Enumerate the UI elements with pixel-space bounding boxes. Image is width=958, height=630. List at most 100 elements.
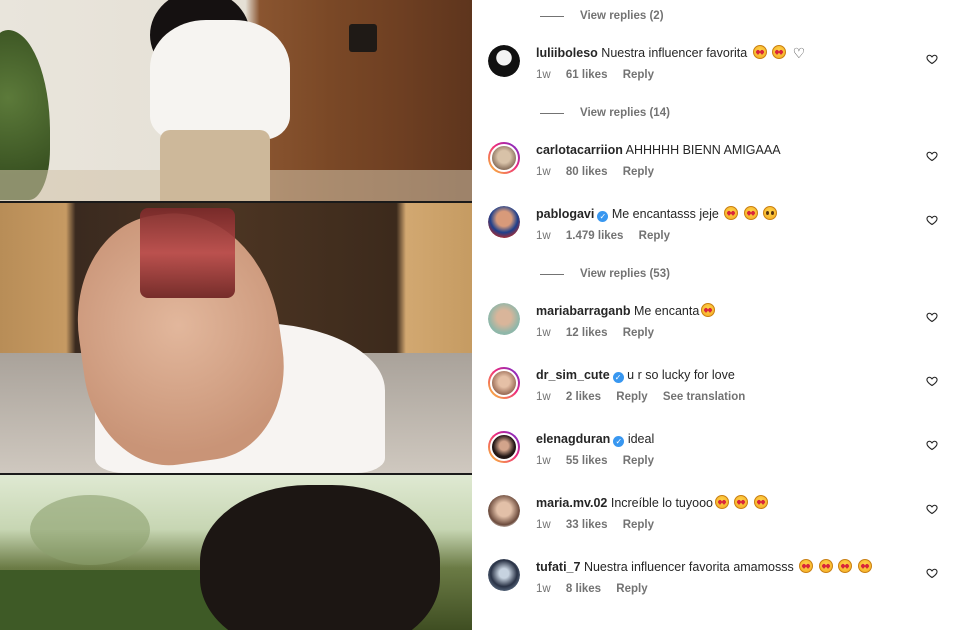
grinning-emoji-icon xyxy=(763,206,778,220)
comment-text: Nuestra influencer favorita amamosss xyxy=(583,560,794,574)
heart-icon[interactable] xyxy=(926,375,938,387)
heart-emoji-icon: ♡ xyxy=(792,45,806,61)
heart-icon[interactable] xyxy=(926,567,938,579)
comment-item: elenagduran ✓ ideal 1w 55 likes Reply xyxy=(488,431,950,479)
comment-text: Increíble lo tuyooo xyxy=(610,496,713,510)
view-replies-button[interactable]: View replies (14) xyxy=(540,106,670,120)
comment-username[interactable]: tufati_7 xyxy=(536,560,580,574)
media-panel-garden xyxy=(0,475,472,630)
star-struck-emoji-icon xyxy=(857,559,872,573)
heart-icon[interactable] xyxy=(926,53,938,65)
star-struck-emoji-icon xyxy=(818,559,833,573)
comment-username[interactable]: luliiboleso xyxy=(536,46,598,60)
reply-button[interactable]: Reply xyxy=(623,166,654,178)
comment-text: Me encantasss jeje xyxy=(611,207,719,221)
avatar[interactable] xyxy=(488,367,520,399)
media-panel-perfume xyxy=(0,203,472,473)
avatar[interactable] xyxy=(488,206,520,238)
view-replies-label: View replies (14) xyxy=(580,107,670,119)
avatar[interactable] xyxy=(488,142,520,174)
comment-likes[interactable]: 55 likes xyxy=(566,455,608,467)
comment-likes[interactable]: 80 likes xyxy=(566,166,608,178)
comment-time: 1w xyxy=(536,327,551,339)
comment-text: AHHHHH BIENN AMIGAAA xyxy=(625,143,781,157)
comment-likes[interactable]: 8 likes xyxy=(566,583,601,595)
head-silhouette-shape xyxy=(200,485,440,630)
reply-button[interactable]: Reply xyxy=(616,583,647,595)
comment-likes[interactable]: 12 likes xyxy=(566,327,608,339)
verified-badge-icon: ✓ xyxy=(612,372,624,383)
comment-time: 1w xyxy=(536,69,551,81)
media-panel-outfit xyxy=(0,0,472,201)
comment-item: pablogavi ✓ Me encantasss jeje 1w 1.479 l… xyxy=(488,206,950,254)
avatar[interactable] xyxy=(488,431,520,463)
comment-time: 1w xyxy=(536,391,551,403)
skirt-shape xyxy=(160,130,270,201)
comment-username[interactable]: elenagduran xyxy=(536,432,610,446)
reply-button[interactable]: Reply xyxy=(623,519,654,531)
heart-icon[interactable] xyxy=(926,311,938,323)
star-struck-emoji-icon xyxy=(715,495,729,509)
comment-likes[interactable]: 61 likes xyxy=(566,69,608,81)
star-struck-emoji-icon xyxy=(701,303,716,317)
comments-panel: View replies (2) luliiboleso Nuestra inf… xyxy=(472,0,958,630)
view-replies-label: View replies (2) xyxy=(580,10,664,22)
comment-time: 1w xyxy=(536,519,551,531)
heart-icon[interactable] xyxy=(926,439,938,451)
verified-badge-icon: ✓ xyxy=(613,436,625,447)
comment-text: Me encanta xyxy=(633,304,700,318)
avatar[interactable] xyxy=(488,45,520,77)
star-struck-emoji-icon xyxy=(753,495,768,509)
post-media[interactable] xyxy=(0,0,472,630)
comment-time: 1w xyxy=(536,455,551,467)
star-struck-emoji-icon xyxy=(734,495,749,509)
star-struck-emoji-icon xyxy=(838,559,853,573)
comment-item: mariabarraganb Me encanta 1w 12 likes Re… xyxy=(488,303,950,351)
star-struck-emoji-icon xyxy=(752,45,767,59)
perfume-bottle-shape xyxy=(140,208,235,298)
comment-time: 1w xyxy=(536,230,551,242)
comment-username[interactable]: maria.mv.02 xyxy=(536,496,607,510)
avatar[interactable] xyxy=(488,559,520,591)
comment-likes[interactable]: 2 likes xyxy=(566,391,601,403)
reply-button[interactable]: Reply xyxy=(623,327,654,339)
avatar[interactable] xyxy=(488,495,520,527)
divider-line xyxy=(540,112,564,114)
comment-username[interactable]: pablogavi xyxy=(536,207,594,221)
comment-likes[interactable]: 1.479 likes xyxy=(566,230,624,242)
blouse-shape xyxy=(150,20,290,140)
divider-line xyxy=(540,273,564,275)
divider-line xyxy=(540,15,564,17)
heart-icon[interactable] xyxy=(926,503,938,515)
comment-item: luliiboleso Nuestra influencer favorita … xyxy=(488,45,950,93)
view-replies-label: View replies (53) xyxy=(580,268,670,280)
reply-button[interactable]: Reply xyxy=(623,455,654,467)
reply-button[interactable]: Reply xyxy=(623,69,654,81)
comment-time: 1w xyxy=(536,166,551,178)
comment-time: 1w xyxy=(536,583,551,595)
door-knocker-shape xyxy=(349,24,377,52)
comment-username[interactable]: mariabarraganb xyxy=(536,304,630,318)
verified-badge-icon: ✓ xyxy=(597,211,609,222)
reply-button[interactable]: Reply xyxy=(616,391,647,403)
comment-likes[interactable]: 33 likes xyxy=(566,519,608,531)
comment-item: dr_sim_cute ✓ u r so lucky for love 1w 2 … xyxy=(488,367,950,415)
view-replies-button[interactable]: View replies (2) xyxy=(540,9,664,23)
comment-username[interactable]: carlotacarriion xyxy=(536,143,623,157)
reply-button[interactable]: Reply xyxy=(639,230,670,242)
heart-icon[interactable] xyxy=(926,214,938,226)
tree-shape xyxy=(30,495,150,565)
star-struck-emoji-icon xyxy=(799,559,814,573)
see-translation-button[interactable]: See translation xyxy=(663,391,745,403)
smiling-hearts-emoji-icon xyxy=(743,206,758,220)
star-struck-emoji-icon xyxy=(772,45,787,59)
avatar[interactable] xyxy=(488,303,520,335)
comment-item: carlotacarriion AHHHHH BIENN AMIGAAA 1w … xyxy=(488,142,950,190)
star-struck-emoji-icon xyxy=(724,206,739,220)
comment-text: u r so lucky for love xyxy=(627,368,735,382)
comment-text: Nuestra influencer favorita xyxy=(601,46,748,60)
heart-icon[interactable] xyxy=(926,150,938,162)
comment-text: ideal xyxy=(627,432,655,446)
comment-username[interactable]: dr_sim_cute xyxy=(536,368,610,382)
view-replies-button[interactable]: View replies (53) xyxy=(540,267,670,281)
